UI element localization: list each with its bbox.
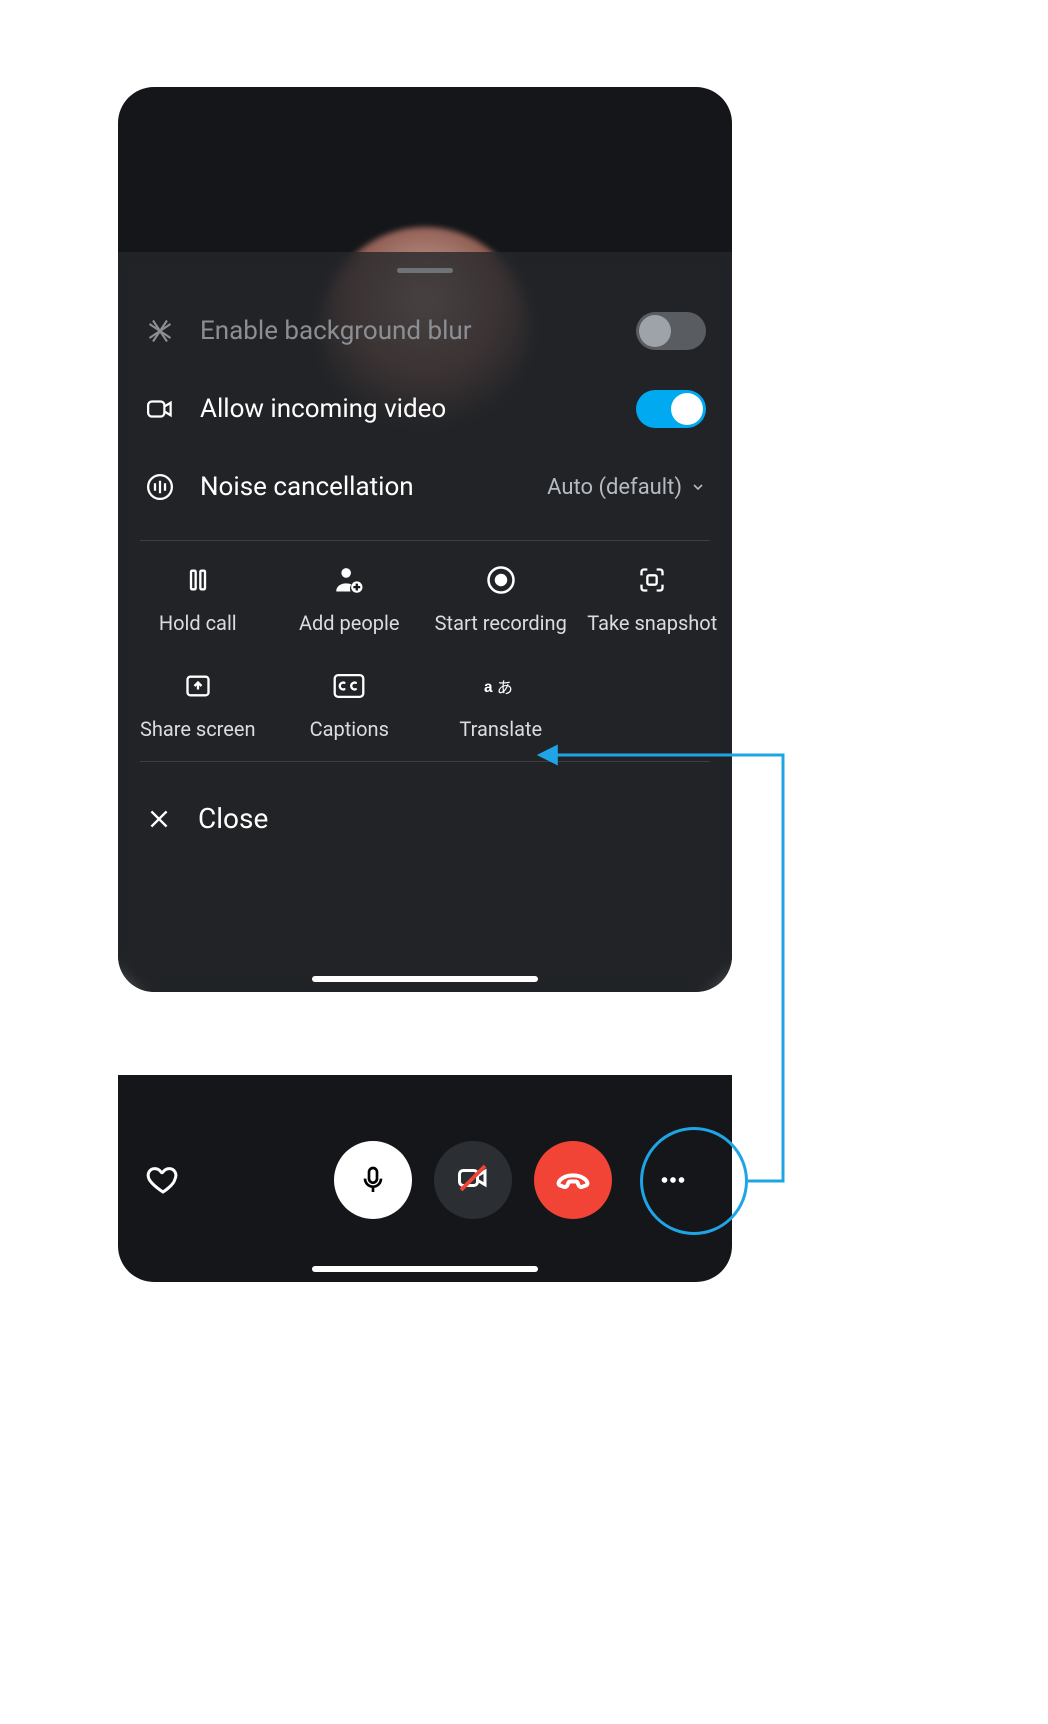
toggle-background-blur[interactable] [636,312,706,350]
action-hold-call[interactable]: Hold call [122,563,274,635]
close-icon [144,804,174,834]
snapshot-icon [635,563,669,597]
home-indicator [312,1266,538,1272]
hangup-icon [553,1160,593,1200]
noise-value[interactable]: Auto (default) [547,475,706,500]
mic-icon [357,1164,389,1196]
react-button[interactable] [138,1155,188,1205]
end-call-button[interactable] [534,1141,612,1219]
row-label: Enable background blur [200,316,612,346]
close-button[interactable]: Close [118,776,732,845]
row-label: Allow incoming video [200,394,612,424]
home-indicator [312,976,538,982]
call-toolbar-screenshot [118,1075,732,1282]
blur-icon [144,317,176,345]
svg-text:あ: あ [497,679,513,697]
action-label: Hold call [159,611,237,635]
options-sheet: Enable background blur Allow incoming vi… [118,252,732,992]
close-label: Close [198,802,268,835]
translate-icon: a あ [484,669,518,703]
captions-icon [332,669,366,703]
share-screen-icon [181,669,215,703]
row-incoming-video: Allow incoming video [118,370,732,448]
action-translate[interactable]: a あ Translate [425,669,577,741]
divider [140,540,710,541]
divider [140,761,710,762]
more-icon [656,1163,690,1197]
row-noise-cancellation[interactable]: Noise cancellation Auto (default) [118,448,732,526]
action-label: Captions [310,717,389,741]
action-start-recording[interactable]: Start recording [425,563,577,635]
record-icon [484,563,518,597]
action-label: Take snapshot [587,611,717,635]
chevron-down-icon [690,479,706,495]
row-background-blur: Enable background blur [118,292,732,370]
action-add-people[interactable]: Add people [274,563,426,635]
action-take-snapshot[interactable]: Take snapshot [577,563,729,635]
action-captions[interactable]: Captions [274,669,426,741]
pause-icon [181,563,215,597]
add-people-icon [332,563,366,597]
more-button[interactable] [634,1141,712,1219]
heart-icon [145,1162,181,1198]
svg-text:a: a [484,679,493,696]
mic-button[interactable] [334,1141,412,1219]
toggle-incoming-video[interactable] [636,390,706,428]
camera-button[interactable] [434,1141,512,1219]
noise-icon [144,472,176,502]
action-label: Start recording [435,611,567,635]
sheet-grab-handle[interactable] [397,268,453,273]
noise-value-text: Auto (default) [547,475,682,500]
call-options-sheet-screenshot: Enable background blur Allow incoming vi… [118,87,732,992]
action-label: Share screen [140,717,256,741]
camera-off-icon [455,1160,491,1200]
row-label: Noise cancellation [200,472,523,502]
action-label: Translate [459,717,542,741]
action-label: Add people [299,611,400,635]
video-icon [144,394,176,424]
action-share-screen[interactable]: Share screen [122,669,274,741]
